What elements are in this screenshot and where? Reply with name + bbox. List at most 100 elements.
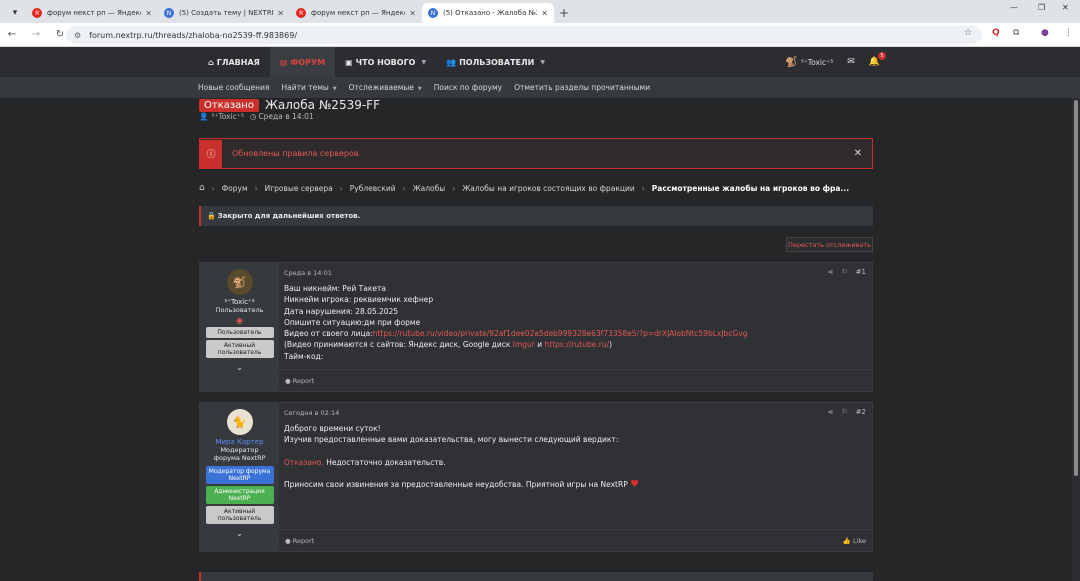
video-link[interactable]: https://rutube.ru/video/private/92af1dee…	[373, 329, 748, 338]
user-icon: 👤	[199, 112, 209, 121]
nav-members[interactable]: 👥 ПОЛЬЗОВАТЕЛИ ▼	[436, 47, 555, 77]
thread-meta: 👤 ᔆ⁺Toxic⁺ᔆ ◷ Среда в 14:01	[199, 112, 314, 121]
nav-forums[interactable]: ▤ ФОРУМ	[269, 47, 336, 77]
tab-title: форум некст рп — Яндекс: на	[311, 9, 405, 17]
scrollbar-thumb[interactable]	[1074, 100, 1078, 476]
user-role: Модератор форума NextRP	[213, 446, 266, 462]
post-body: Среда в 14:01 ⋖ ⚐ #1 Ваш никнейм: Рей Та…	[279, 263, 872, 391]
nav-username[interactable]: ᔆ⁺Toxic⁺ᔆ	[801, 58, 834, 67]
notice-text[interactable]: Обновлены правила серверов.	[232, 149, 361, 158]
post-line: Изучив предоставленные вами доказательст…	[284, 435, 619, 445]
rutube-link[interactable]: https://rutube.ru/	[545, 340, 610, 349]
post-line: Доброго времени суток!	[284, 424, 381, 433]
subnav-new-messages[interactable]: Новые сообщения	[198, 83, 269, 92]
page-scrollbar[interactable]	[1072, 98, 1080, 581]
tab-close-icon[interactable]: ✕	[277, 9, 284, 18]
bookmark-icon[interactable]: ⚐	[841, 268, 847, 276]
profile-avatar-icon[interactable]: ●	[1041, 28, 1049, 38]
post-line: (Видео принимаются с сайтов: Яндекс диск…	[284, 339, 747, 350]
video-label: Видео от своего лица:	[284, 329, 373, 339]
breadcrumb-current[interactable]: Рассмотренные жалобы на игроков во фра..…	[652, 184, 849, 193]
back-icon[interactable]: ←	[0, 29, 24, 40]
user-avatar[interactable]: 🐒	[785, 57, 797, 68]
browser-menu-icon[interactable]: ⋮	[1064, 28, 1073, 38]
breadcrumb-item[interactable]: Жалобы	[413, 184, 446, 193]
minimize-icon[interactable]: —	[1010, 3, 1018, 12]
inbox-icon[interactable]: ✉	[847, 57, 855, 67]
tab-title: (5) Создать тему | NEXTRP	[179, 9, 274, 17]
browser-tab-4[interactable]: N (5) Отказано - Жалоба №2539 ✕	[422, 3, 554, 23]
forward-icon[interactable]: →	[24, 29, 48, 40]
user-banner: Администрация NextRP	[205, 486, 274, 504]
like-button[interactable]: 👍 Like	[843, 537, 866, 545]
chevron-down-icon[interactable]: ⌄	[236, 529, 243, 538]
tab-search-icon[interactable]: ▾	[4, 3, 26, 23]
tab-close-icon[interactable]: ✕	[409, 9, 416, 18]
avatar[interactable]: 🐈	[226, 409, 253, 435]
chevron-down-icon[interactable]: ⌄	[236, 363, 243, 372]
post-line: Никнейм игрока: реквиемчик хефнер	[284, 295, 434, 305]
bookmark-icon[interactable]: ⚐	[841, 408, 847, 416]
post-date[interactable]: Сегодня в 02:14	[284, 409, 339, 417]
home-icon[interactable]: ⌂	[199, 183, 205, 193]
thread-date[interactable]: Среда в 14:01	[258, 112, 313, 121]
unwatch-button[interactable]: Перестать отслеживать	[786, 237, 873, 252]
chevron-down-icon: ▼	[421, 58, 427, 66]
bell-icon[interactable]: 🔔 5	[869, 52, 886, 67]
close-icon[interactable]: ✕	[854, 148, 862, 159]
user-banner: Пользователь	[205, 327, 274, 338]
bookmark-star-icon[interactable]: ☆	[964, 28, 972, 38]
tab-close-icon[interactable]: ✕	[541, 9, 548, 18]
close-window-icon[interactable]: ✕	[1062, 3, 1069, 12]
post-1: 🐒 ᔆ⁺Toxic⁺ᔆ Пользователь ◉ Пользователь …	[199, 262, 873, 392]
post-date[interactable]: Среда в 14:01	[284, 269, 332, 277]
post-user-cell: 🐒 ᔆ⁺Toxic⁺ᔆ Пользователь ◉ Пользователь …	[200, 263, 279, 391]
subnav-mark-read[interactable]: Отметить разделы прочитанными	[514, 83, 650, 92]
avatar[interactable]: 🐒	[226, 269, 253, 295]
post-actions: ⋖ ⚐ #1	[828, 268, 866, 276]
like-label: Like	[853, 536, 866, 545]
url-input[interactable]: ⚙ forum.nextrp.ru/threads/zhaloba-no2539…	[66, 26, 982, 44]
site-info-icon[interactable]: ⚙	[74, 31, 81, 40]
report-button[interactable]: ● Report	[285, 377, 314, 385]
post-username[interactable]: ᔆ⁺Toxic⁺ᔆ	[224, 298, 254, 306]
prefix-badge[interactable]: Отказано	[199, 98, 259, 112]
note-and: и	[534, 340, 545, 350]
post-number[interactable]: #2	[856, 408, 866, 416]
extension-q-icon[interactable]: Q	[992, 28, 1000, 38]
imgur-link[interactable]: Imgur	[513, 340, 535, 349]
maximize-icon[interactable]: ❐	[1038, 3, 1045, 12]
lock-icon: 🔒	[207, 212, 216, 220]
subnav-watched[interactable]: Отслеживаемые ▼	[349, 83, 422, 92]
nav-forums-label: ФОРУМ	[290, 57, 326, 67]
nav-whats-new[interactable]: ▣ ЧТО НОВОГО ▼	[335, 47, 436, 77]
extensions-icon[interactable]: ⧉	[1013, 28, 1019, 38]
breadcrumb-item[interactable]: Игровые сервера	[265, 184, 333, 193]
tab-close-icon[interactable]: ✕	[145, 9, 152, 18]
post-username[interactable]: Мира Картер	[215, 438, 263, 446]
browser-tab-2[interactable]: N (5) Создать тему | NEXTRP ✕	[158, 3, 290, 23]
share-icon[interactable]: ⋖	[828, 408, 834, 416]
verdict-reason: Недостаточно доказательств.	[323, 457, 446, 467]
breadcrumb-item[interactable]: Жалобы на игроков состоящих во фракции	[462, 184, 635, 193]
chevron-right-icon: ›	[339, 183, 343, 193]
breadcrumb-item[interactable]: Рублевский	[350, 184, 396, 193]
browser-tab-3[interactable]: Я форум некст рп — Яндекс: на ✕	[290, 3, 422, 23]
new-tab-button[interactable]: +	[554, 3, 574, 23]
breadcrumb-item[interactable]: Форум	[222, 184, 248, 193]
post-line: Дата нарушения: 28.05.2025	[284, 306, 399, 316]
browser-tab-bar: ▾ Я форум некст рп — Яндекс: на ✕ N (5) …	[0, 0, 1080, 23]
subnav-find-threads[interactable]: Найти темы ▼	[281, 83, 336, 92]
browser-tab-1[interactable]: Я форум некст рп — Яндекс: на ✕	[26, 3, 158, 23]
subnav-search[interactable]: Поиск по форуму	[434, 83, 502, 92]
thread-author[interactable]: ᔆ⁺Toxic⁺ᔆ	[211, 112, 244, 121]
post-number[interactable]: #1	[856, 268, 866, 276]
share-icon[interactable]: ⋖	[828, 268, 834, 276]
report-button[interactable]: ● Report	[285, 537, 314, 545]
thread-closed-notice: 🔒 Закрыто для дальнейших ответов.	[199, 206, 873, 226]
thread-title: Жалоба №2539-FF	[264, 98, 380, 112]
note-text: (Видео принимаются с сайтов: Яндекс диск…	[284, 340, 513, 350]
nav-home[interactable]: ⌂ ГЛАВНАЯ	[198, 47, 270, 77]
